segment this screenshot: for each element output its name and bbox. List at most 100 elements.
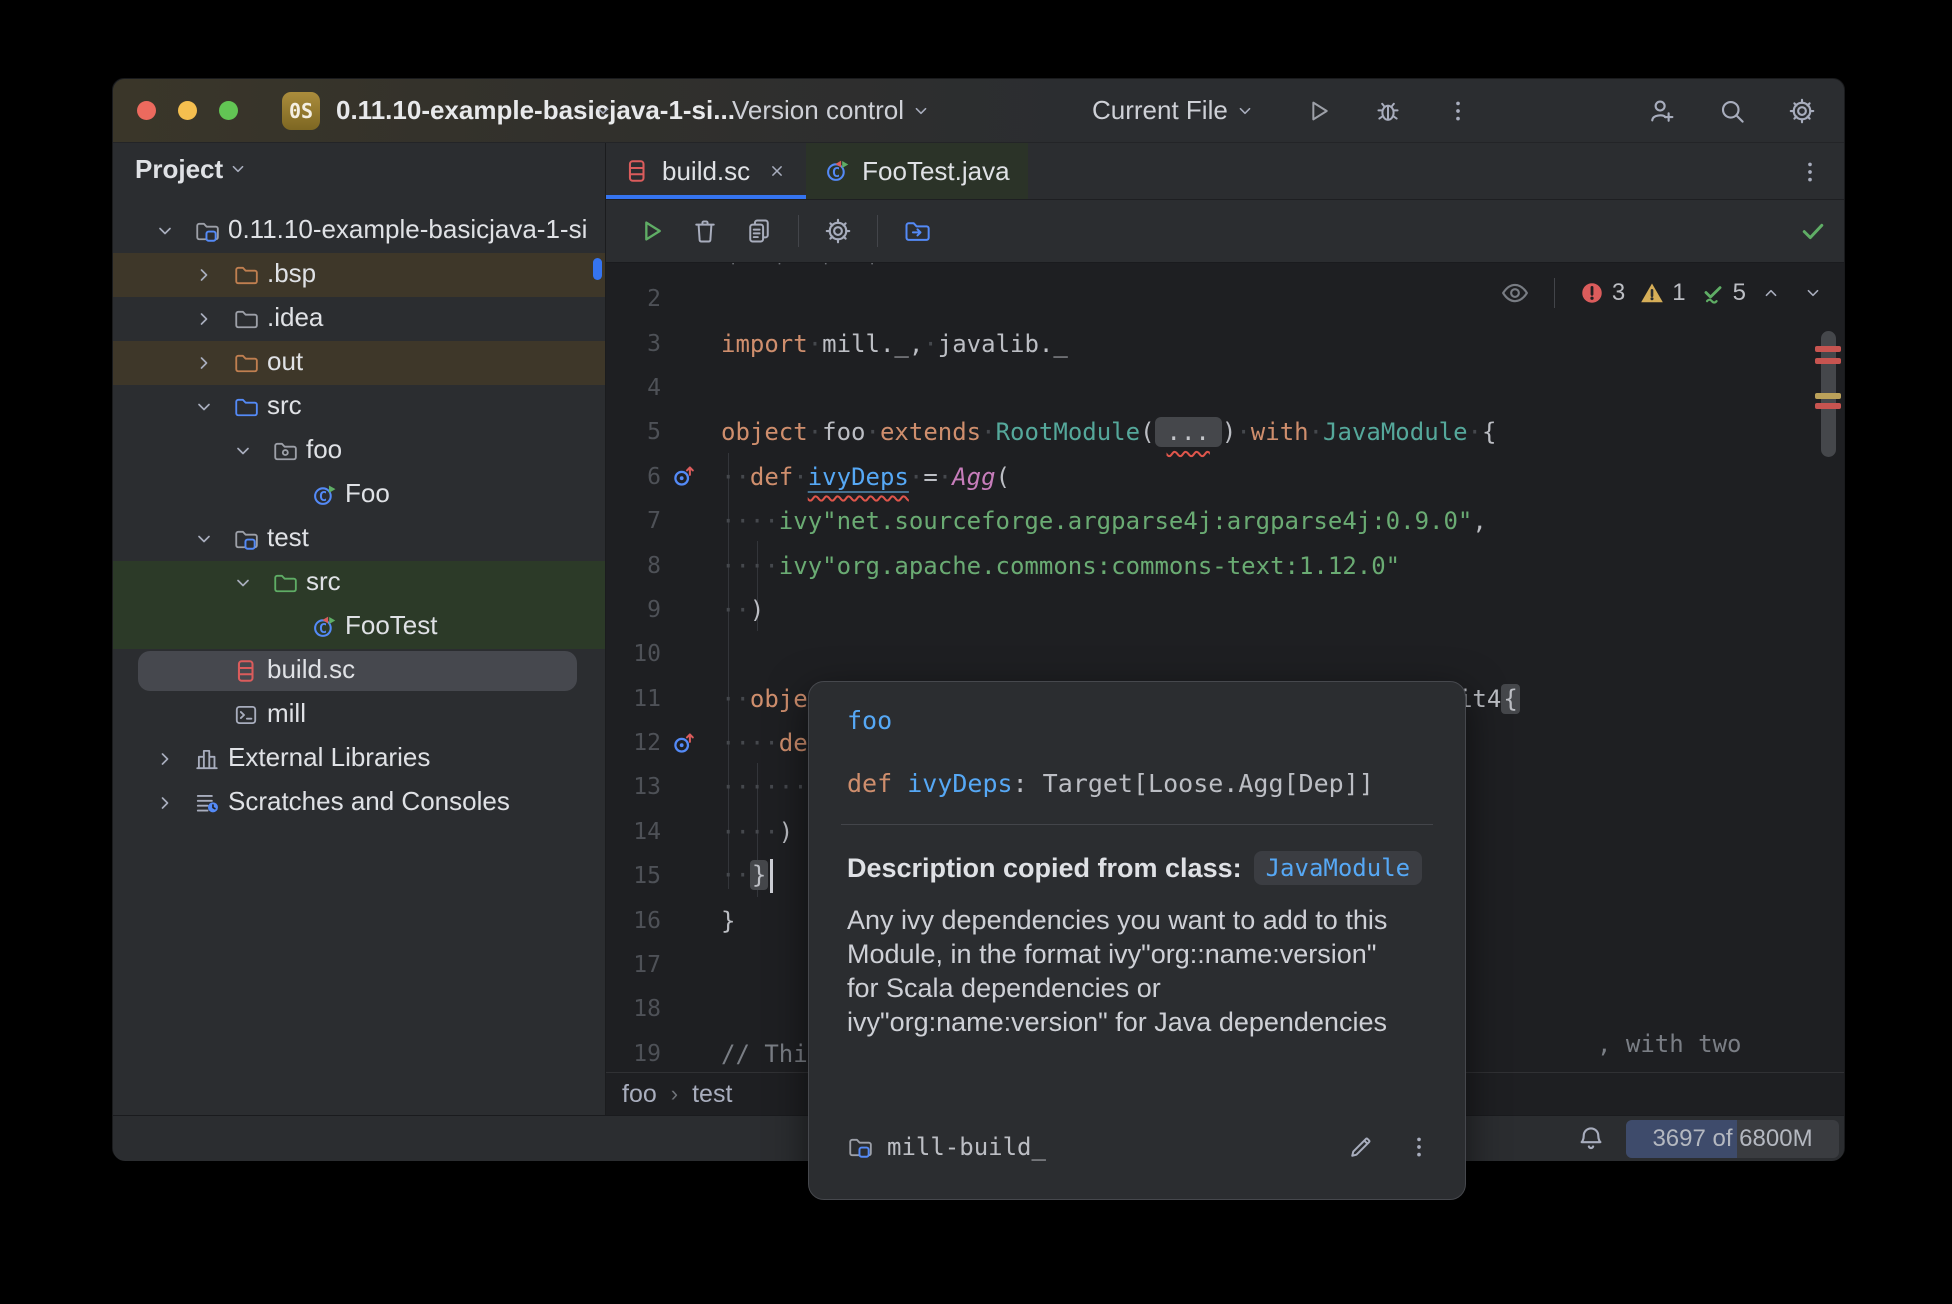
inspections-widget[interactable]: 3 1 5: [1494, 272, 1830, 314]
expanded-chevron-icon[interactable]: [152, 218, 178, 244]
folder-sources-icon: [233, 394, 259, 420]
project-menu-chevron-icon[interactable]: [592, 100, 614, 122]
popup-owner-class[interactable]: foo: [847, 706, 1427, 735]
toolbar-separator: [798, 215, 799, 247]
comment-fragment: , with two: [1597, 1030, 1742, 1058]
tab-footest-java[interactable]: C FooTest.java: [806, 143, 1027, 199]
line-number: 5: [606, 419, 661, 445]
close-window-button[interactable]: [137, 101, 156, 120]
popup-more-options-button[interactable]: [1397, 1127, 1441, 1167]
expanded-chevron-icon[interactable]: [191, 394, 217, 420]
debug-button[interactable]: [1362, 85, 1414, 137]
tree-item-0-11-10-example-basicjava-1-si[interactable]: 0.11.10-example-basicjava-1-si: [113, 209, 605, 253]
breadcrumb-foo[interactable]: foo: [622, 1080, 657, 1109]
tree-item-scratches-and-consoles[interactable]: Scratches and Consoles: [113, 781, 605, 825]
project-title[interactable]: 0.11.10-example-basicjava-1-si...: [336, 95, 586, 126]
run-button[interactable]: [1292, 85, 1344, 137]
close-tab-icon[interactable]: [766, 160, 788, 182]
tree-item-src[interactable]: src: [113, 561, 605, 605]
override-method-gutter-icon[interactable]: [671, 730, 698, 757]
code-line-10: 10: [606, 632, 1844, 676]
tree-item-mill[interactable]: mill: [113, 693, 605, 737]
popup-description-text: Any ivy dependencies you want to add to …: [847, 903, 1427, 1039]
expanded-chevron-icon[interactable]: [230, 438, 256, 464]
project-avatar[interactable]: 0S: [282, 92, 320, 130]
module-icon: [847, 1134, 873, 1160]
collapsed-chevron-icon[interactable]: [152, 746, 178, 772]
line-number: 18: [606, 996, 661, 1022]
code-with-me-button[interactable]: [1636, 85, 1688, 137]
tree-item--bsp[interactable]: .bsp: [113, 253, 605, 297]
tree-item-footest[interactable]: CFooTest: [113, 605, 605, 649]
trash-icon: [691, 217, 719, 245]
run-configuration-menu[interactable]: Current File: [1092, 95, 1256, 126]
vcs-menu[interactable]: Version control: [732, 95, 932, 126]
tree-item-build-sc[interactable]: build.sc: [113, 649, 605, 693]
tab-options-button[interactable]: [1790, 152, 1830, 192]
line-number: 16: [606, 908, 661, 934]
settings-button[interactable]: [815, 209, 861, 253]
error-stripe-mark[interactable]: [1815, 358, 1841, 364]
tree-item-out[interactable]: out: [113, 341, 605, 385]
collapsed-chevron-icon[interactable]: [191, 306, 217, 332]
package-icon: [272, 438, 298, 464]
kebab-icon: [1445, 98, 1471, 124]
minimize-window-button[interactable]: [178, 101, 197, 120]
editor-scrollbar[interactable]: [1814, 263, 1844, 1072]
error-count[interactable]: 3: [1579, 279, 1625, 307]
tree-item-label: out: [267, 346, 303, 377]
title-bar: 0S 0.11.10-example-basicjava-1-si... Ver…: [113, 79, 1844, 143]
tree-scrollbar[interactable]: [593, 258, 602, 280]
memory-indicator[interactable]: 3697 of 6800M: [1626, 1120, 1839, 1158]
line-number: 10: [606, 641, 661, 667]
tree-item-foo[interactable]: foo: [113, 429, 605, 473]
delete-button[interactable]: [682, 209, 728, 253]
expanded-chevron-icon[interactable]: [191, 526, 217, 552]
run-build-button[interactable]: [628, 209, 674, 253]
previous-problem-button[interactable]: [1760, 282, 1782, 304]
collapsed-chevron-icon[interactable]: [152, 790, 178, 816]
notifications-bell-icon[interactable]: [1576, 1124, 1606, 1154]
tree-item-label: build.sc: [267, 654, 355, 685]
project-panel-title[interactable]: Project: [135, 154, 223, 185]
override-method-gutter-icon[interactable]: [671, 463, 698, 490]
collapsed-chevron-icon[interactable]: [191, 262, 217, 288]
bug-icon: [1374, 97, 1402, 125]
line-number: 3: [606, 331, 661, 357]
breadcrumb-test[interactable]: test: [692, 1080, 732, 1109]
tree-item-external-libraries[interactable]: External Libraries: [113, 737, 605, 781]
tree-item-foo[interactable]: CFoo: [113, 473, 605, 517]
tree-item-test[interactable]: test: [113, 517, 605, 561]
ide-settings-button[interactable]: [1776, 85, 1828, 137]
tree-item-src[interactable]: src: [113, 385, 605, 429]
project-panel-chevron-icon[interactable]: [227, 158, 249, 180]
more-run-actions-button[interactable]: [1432, 85, 1484, 137]
tab-build-sc[interactable]: build.sc: [606, 143, 806, 199]
toolbar-separator: [877, 215, 878, 247]
project-tree: 0.11.10-example-basicjava-1-si.bsp.idea o…: [113, 195, 605, 825]
eye-icon[interactable]: [1500, 278, 1530, 308]
edit-documentation-button[interactable]: [1339, 1127, 1383, 1167]
warning-stripe-mark[interactable]: [1815, 393, 1841, 399]
search-icon: [1717, 96, 1747, 126]
passed-count[interactable]: 5: [1700, 279, 1746, 307]
tree-item--idea[interactable]: .idea: [113, 297, 605, 341]
warning-count[interactable]: 1: [1639, 279, 1685, 307]
terminal-file-icon: [233, 702, 259, 728]
copy-button[interactable]: [736, 209, 782, 253]
error-stripe-mark[interactable]: [1815, 346, 1841, 352]
line-number: 12: [606, 730, 661, 756]
class-test-icon: C: [311, 614, 337, 640]
search-everywhere-button[interactable]: [1706, 85, 1758, 137]
popup-class-badge[interactable]: JavaModule: [1254, 851, 1423, 885]
line-number: 9: [606, 597, 661, 623]
popup-description-label: Description copied from class:: [847, 853, 1242, 884]
expanded-chevron-icon[interactable]: [230, 570, 256, 596]
line-number: 4: [606, 375, 661, 401]
maximize-window-button[interactable]: [219, 101, 238, 120]
move-to-button[interactable]: [894, 209, 940, 253]
commit-check-button[interactable]: [1790, 209, 1836, 253]
error-stripe-mark[interactable]: [1815, 403, 1841, 409]
collapsed-chevron-icon[interactable]: [191, 350, 217, 376]
tree-item-label: Foo: [345, 478, 390, 509]
